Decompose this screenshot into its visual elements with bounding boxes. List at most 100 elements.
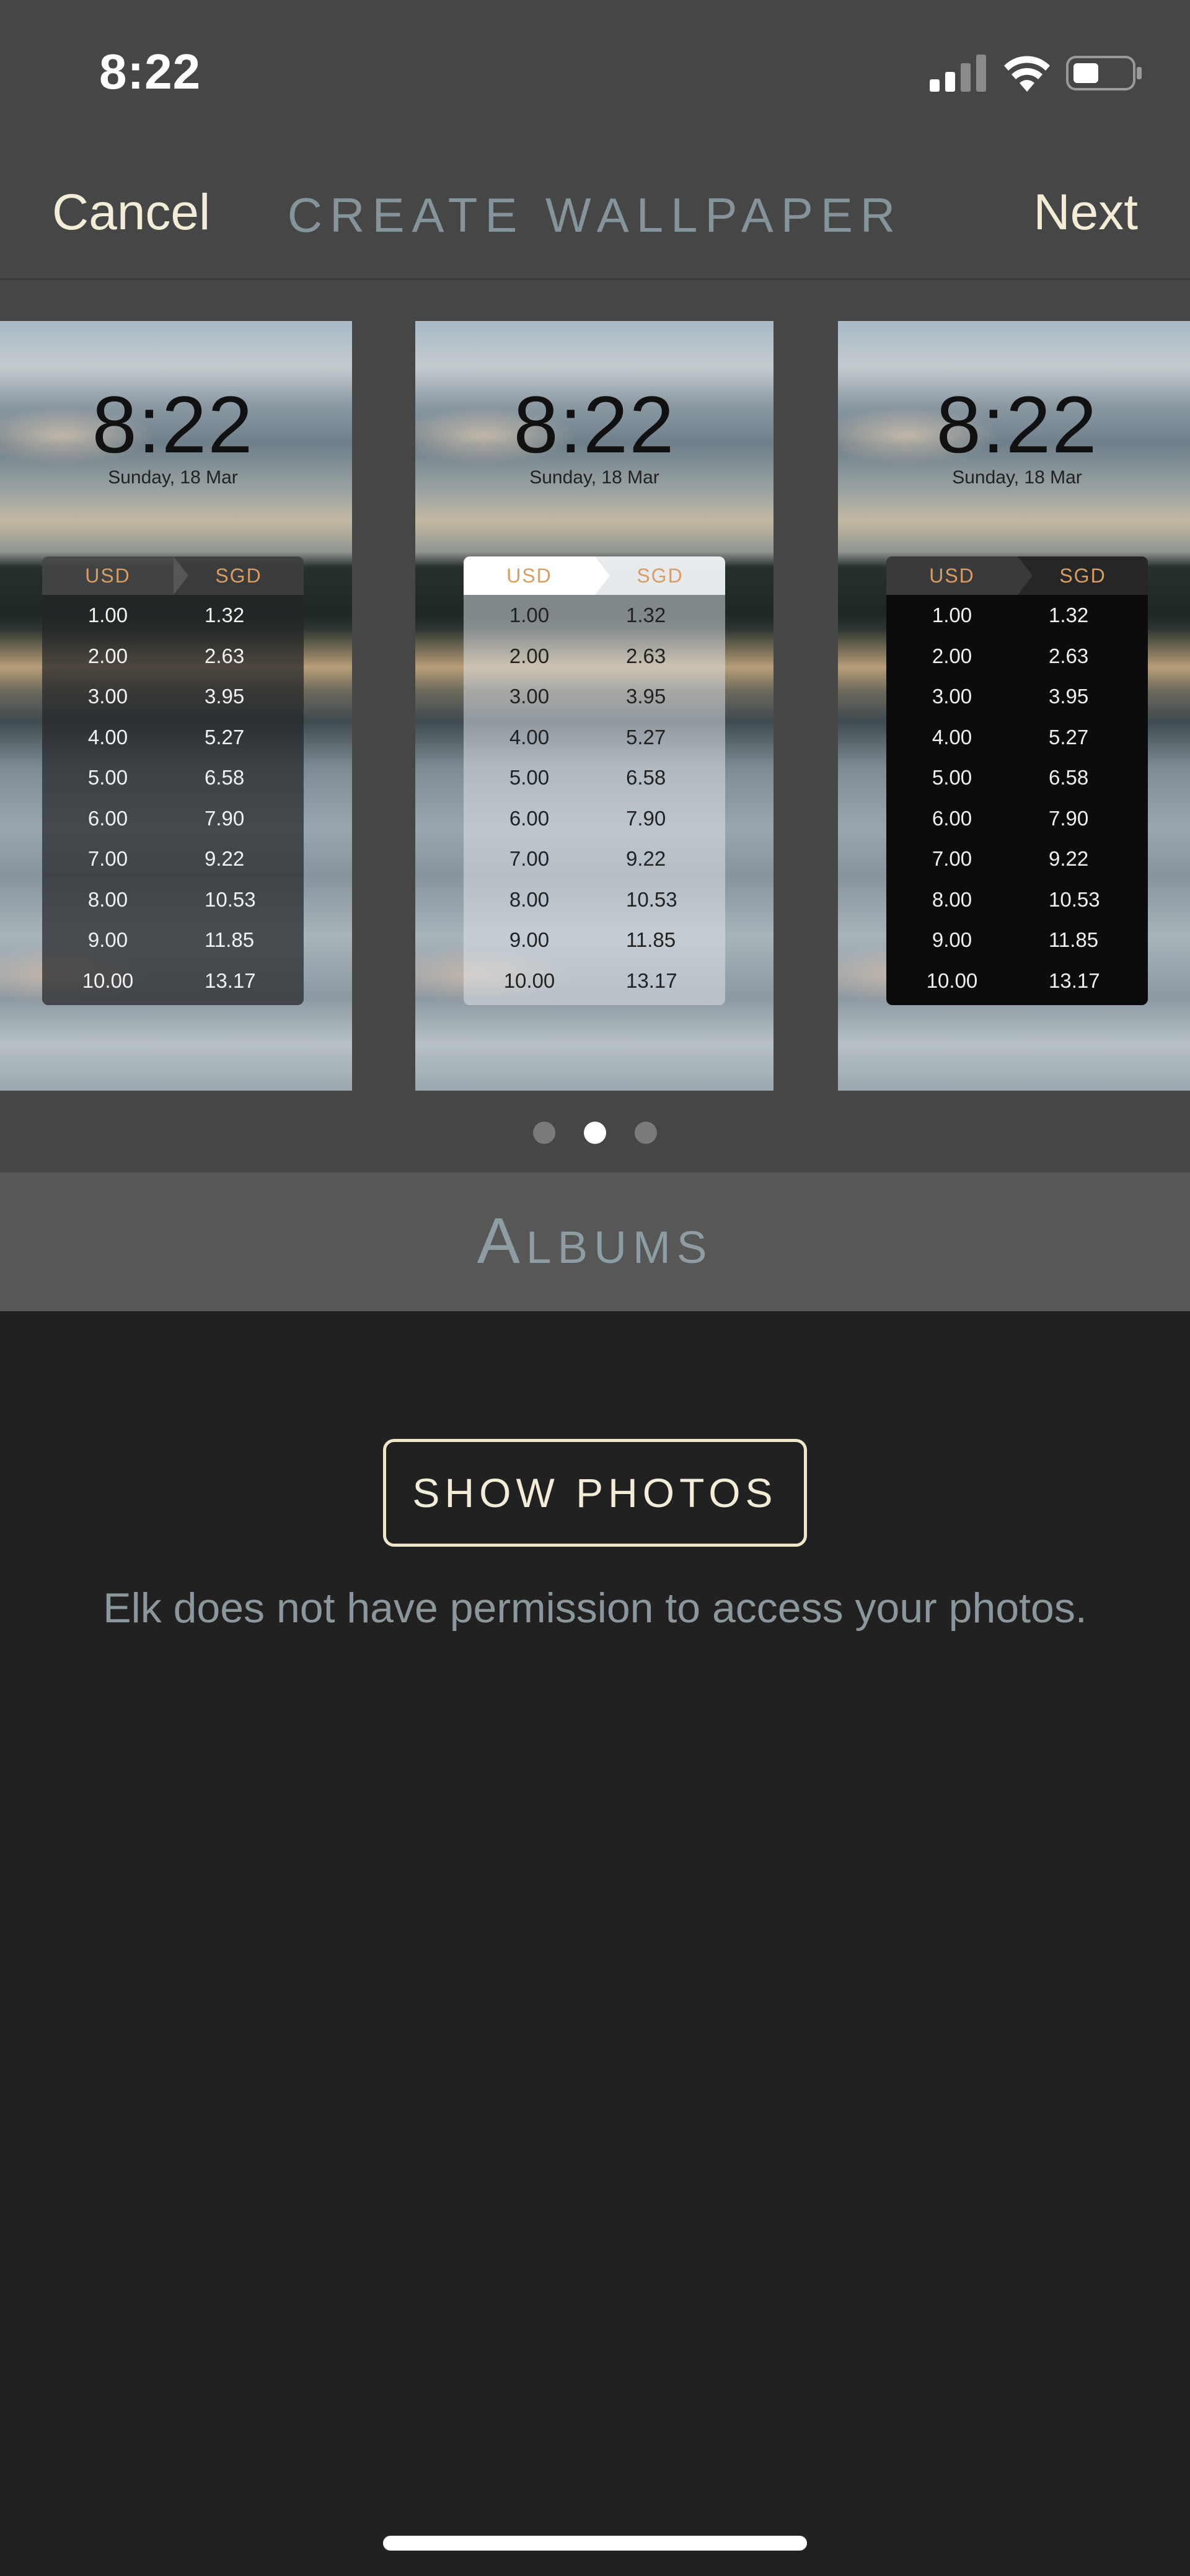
from-amount: 8.00 xyxy=(932,887,972,911)
home-indicator[interactable] xyxy=(383,2536,807,2551)
lock-screen-time: 8:22 xyxy=(513,379,676,470)
table-row: 1.00 1.32 xyxy=(886,595,1148,636)
table-row: 7.00 9.22 xyxy=(886,838,1148,879)
nav-bar: Cancel CREATE WALLPAPER Next xyxy=(0,146,1190,280)
to-amount: 6.58 xyxy=(1049,766,1089,789)
battery-icon xyxy=(1066,56,1142,90)
lock-screen-date: Sunday, 18 Mar xyxy=(952,467,1082,488)
to-amount: 1.32 xyxy=(205,604,245,626)
page-dot[interactable] xyxy=(533,1122,555,1144)
from-amount: 3.00 xyxy=(509,685,550,708)
to-amount: 11.85 xyxy=(1049,928,1099,951)
from-currency: USD xyxy=(464,556,595,595)
table-row: 10.00 13.17 xyxy=(886,961,1148,1001)
from-amount: 1.00 xyxy=(509,604,550,626)
from-amount: 3.00 xyxy=(87,685,128,708)
table-row: 8.00 10.53 xyxy=(886,879,1148,920)
wallpaper-preview-dark[interactable]: 8:22 Sunday, 18 Mar USD SGD 1.00 1.32 2.00… xyxy=(0,321,352,1091)
to-amount: 3.95 xyxy=(626,685,666,708)
from-amount: 2.00 xyxy=(932,644,972,667)
page-indicator[interactable] xyxy=(0,1122,1190,1146)
table-row: 4.00 5.27 xyxy=(886,717,1148,758)
status-bar: 8:22 xyxy=(0,0,1190,146)
from-amount: 10.00 xyxy=(503,969,555,992)
to-amount: 7.90 xyxy=(626,806,666,830)
from-amount: 1.00 xyxy=(932,604,972,626)
to-amount: 13.17 xyxy=(205,969,256,992)
page-dot-active[interactable] xyxy=(584,1122,606,1144)
status-time: 8:22 xyxy=(99,44,201,99)
next-button[interactable]: Next xyxy=(1033,183,1138,242)
to-currency: SGD xyxy=(174,556,304,595)
lock-screen-date: Sunday, 18 Mar xyxy=(108,467,238,488)
to-amount: 11.85 xyxy=(626,928,676,951)
to-amount: 7.90 xyxy=(1049,806,1089,830)
to-amount: 2.63 xyxy=(205,644,245,667)
to-amount: 9.22 xyxy=(205,847,245,870)
table-row: 10.00 13.17 xyxy=(464,961,725,1001)
from-currency: USD xyxy=(42,556,174,595)
rate-table: USD SGD 1.00 1.32 2.00 2.63 3.00 3.95 4.00 5.27… xyxy=(42,556,304,1005)
to-amount: 13.17 xyxy=(626,969,677,992)
wallpaper-carousel[interactable]: 8:22 Sunday, 18 Mar USD SGD 1.00 1.32 2.00… xyxy=(0,280,1190,1172)
lock-screen-time: 8:22 xyxy=(92,379,254,470)
to-amount: 2.63 xyxy=(1049,644,1089,667)
rate-table: USD SGD 1.00 1.32 2.00 2.63 3.00 3.95 4.00 5.27… xyxy=(886,556,1148,1005)
table-row: 6.00 7.90 xyxy=(42,798,304,839)
table-row: 2.00 2.63 xyxy=(886,636,1148,677)
from-amount: 6.00 xyxy=(87,806,128,830)
table-row: 4.00 5.27 xyxy=(464,717,725,758)
table-row: 1.00 1.32 xyxy=(42,595,304,636)
table-row: 7.00 9.22 xyxy=(464,838,725,879)
from-amount: 4.00 xyxy=(509,725,550,749)
to-amount: 10.53 xyxy=(1049,887,1100,911)
wallpaper-preview-black[interactable]: 8:22 Sunday, 18 Mar USD SGD 1.00 1.32 2.00… xyxy=(838,321,1190,1091)
to-amount: 11.85 xyxy=(205,928,255,951)
to-amount: 9.22 xyxy=(1049,847,1089,870)
to-amount: 2.63 xyxy=(626,644,666,667)
to-amount: 1.32 xyxy=(1049,604,1089,626)
rate-table-header: USD SGD xyxy=(886,556,1148,595)
to-amount: 10.53 xyxy=(626,887,677,911)
cellular-signal-icon xyxy=(930,55,986,92)
from-amount: 6.00 xyxy=(932,806,972,830)
to-amount: 3.95 xyxy=(1049,685,1089,708)
show-photos-button[interactable]: SHOW PHOTOS xyxy=(383,1439,807,1547)
rate-table-header: USD SGD xyxy=(42,556,304,595)
table-row: 2.00 2.63 xyxy=(464,636,725,677)
from-amount: 9.00 xyxy=(932,928,972,951)
table-row: 1.00 1.32 xyxy=(464,595,725,636)
albums-header: Albums xyxy=(0,1172,1190,1311)
from-amount: 1.00 xyxy=(87,604,128,626)
table-row: 8.00 10.53 xyxy=(42,879,304,920)
to-amount: 13.17 xyxy=(1049,969,1100,992)
table-row: 7.00 9.22 xyxy=(42,838,304,879)
to-amount: 6.58 xyxy=(205,766,245,789)
from-amount: 5.00 xyxy=(509,766,550,789)
to-amount: 5.27 xyxy=(1049,725,1089,749)
from-amount: 2.00 xyxy=(509,644,550,667)
arrow-right-icon xyxy=(174,556,188,595)
to-amount: 9.22 xyxy=(626,847,666,870)
from-amount: 4.00 xyxy=(87,725,128,749)
from-amount: 8.00 xyxy=(509,887,550,911)
table-row: 4.00 5.27 xyxy=(42,717,304,758)
table-row: 3.00 3.95 xyxy=(464,676,725,717)
lock-screen-date: Sunday, 18 Mar xyxy=(529,467,659,488)
from-amount: 9.00 xyxy=(509,928,550,951)
wallpaper-preview-light[interactable]: 8:22 Sunday, 18 Mar USD SGD 1.00 1.32 2.00… xyxy=(415,321,774,1091)
rate-table: USD SGD 1.00 1.32 2.00 2.63 3.00 3.95 4.00 5.27… xyxy=(464,556,725,1005)
table-row: 2.00 2.63 xyxy=(42,636,304,677)
from-amount: 10.00 xyxy=(82,969,134,992)
from-amount: 2.00 xyxy=(87,644,128,667)
to-amount: 1.32 xyxy=(626,604,666,626)
page-dot[interactable] xyxy=(635,1122,657,1144)
table-row: 9.00 11.85 xyxy=(42,920,304,961)
from-amount: 5.00 xyxy=(932,766,972,789)
table-row: 9.00 11.85 xyxy=(464,920,725,961)
lock-screen-time: 8:22 xyxy=(936,379,1098,470)
from-amount: 7.00 xyxy=(87,847,128,870)
albums-title: Albums xyxy=(477,1205,713,1277)
from-currency: USD xyxy=(886,556,1018,595)
arrow-right-icon xyxy=(595,556,610,595)
